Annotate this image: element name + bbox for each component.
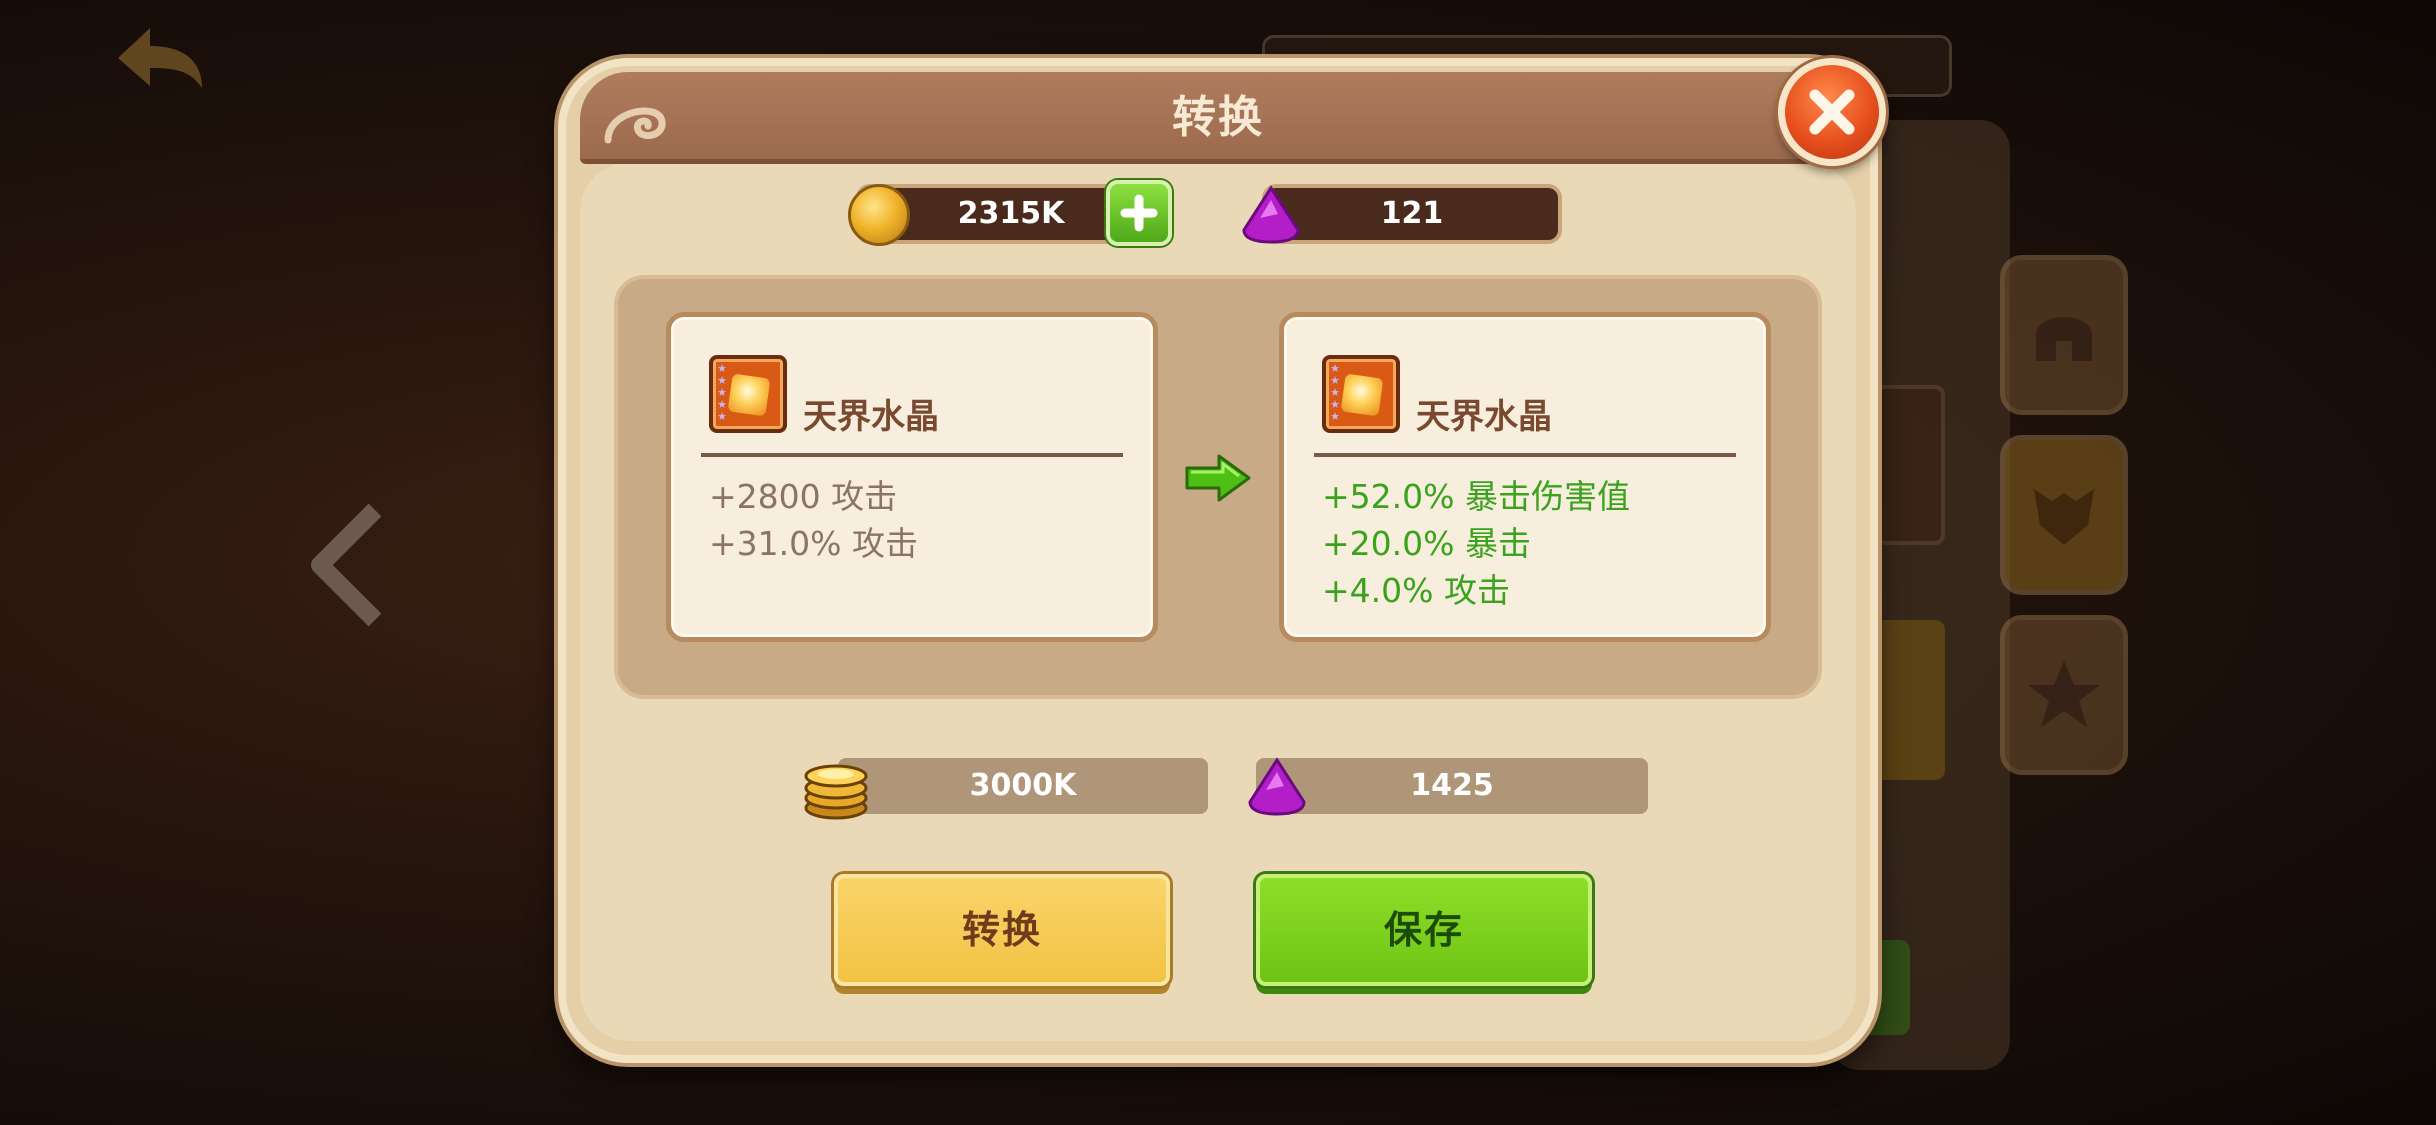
side-tab-armor[interactable]	[2000, 435, 2128, 595]
stat-line: +52.0% 暴击伤害值	[1322, 477, 1630, 516]
divider	[701, 453, 1123, 457]
current-item-card: ★ ★ ★ ★ ★ 天界水晶 +2800 攻击 +31.0% 攻击	[666, 312, 1158, 642]
back-arrow-icon[interactable]	[110, 18, 210, 98]
close-button[interactable]	[1778, 58, 1886, 166]
close-icon	[1809, 89, 1855, 135]
celestial-crystal-icon: ★ ★ ★ ★ ★	[1322, 355, 1400, 433]
gold-coin-icon	[848, 184, 910, 246]
item-stats: +2800 攻击 +31.0% 攻击	[709, 473, 918, 567]
add-gold-button[interactable]	[1106, 180, 1172, 246]
item-name: 天界水晶	[803, 397, 939, 437]
helmet-icon	[2036, 317, 2092, 361]
dialog-title: 转换	[1172, 92, 1264, 143]
convert-button[interactable]: 转换	[834, 874, 1170, 986]
celestial-crystal-icon: ★ ★ ★ ★ ★	[709, 355, 787, 433]
background-equipment-slot	[1875, 620, 1945, 780]
gold-cost: 3000K	[838, 758, 1208, 814]
stat-line: +2800 攻击	[709, 477, 898, 516]
purple-gem-icon	[1242, 185, 1300, 244]
gold-coins-stack-icon	[804, 764, 868, 820]
converted-item-card: ★ ★ ★ ★ ★ 天界水晶 +52.0% 暴击伤害值 +20.0% 暴击 +4.0% …	[1279, 312, 1771, 642]
armor-icon	[2034, 489, 2094, 545]
plus-icon	[1120, 194, 1158, 232]
side-tab-star[interactable]	[2000, 615, 2128, 775]
stat-line: +4.0% 攻击	[1322, 571, 1510, 610]
gem-balance: 121	[1262, 184, 1562, 244]
right-arrow-icon	[1185, 454, 1251, 502]
star-icon	[2028, 661, 2100, 727]
dialog-title-bar: 转换	[580, 72, 1856, 164]
gem-cost: 1425	[1256, 758, 1648, 814]
stat-line: +20.0% 暴击	[1322, 524, 1531, 563]
stat-line: +31.0% 攻击	[709, 524, 918, 563]
divider	[1314, 453, 1736, 457]
side-tab-helmet[interactable]	[2000, 255, 2128, 415]
item-name: 天界水晶	[1416, 397, 1552, 437]
purple-gem-icon	[1248, 757, 1306, 816]
background-equipment-slot	[1875, 385, 1945, 545]
item-stats: +52.0% 暴击伤害值 +20.0% 暴击 +4.0% 攻击	[1322, 473, 1630, 614]
previous-chevron-icon[interactable]	[305, 500, 385, 630]
save-button[interactable]: 保存	[1256, 874, 1592, 986]
